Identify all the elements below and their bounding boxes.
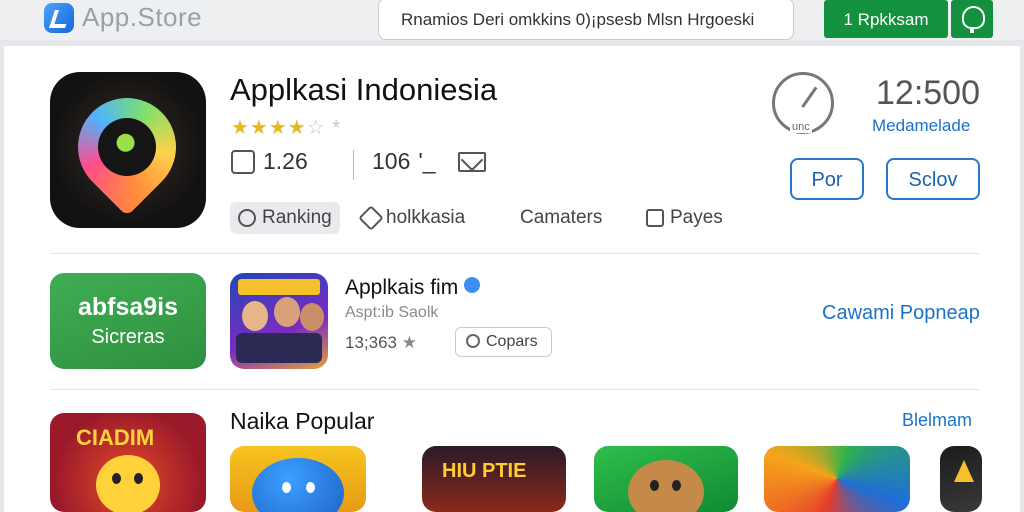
- popular-tile-1[interactable]: CIADIM: [50, 413, 206, 512]
- compare-chip[interactable]: Copars: [455, 327, 552, 357]
- popular-app-2[interactable]: HIU PTIE: [422, 446, 566, 512]
- app-store-logo[interactable]: App.Store: [44, 2, 202, 33]
- section-title-popular: Naika Popular: [230, 408, 375, 434]
- checkbox-icon: [646, 209, 664, 227]
- mail-icon[interactable]: [457, 151, 486, 172]
- popular-app-1[interactable]: [230, 446, 366, 512]
- popular-app-4[interactable]: [764, 446, 910, 512]
- big-number-sub[interactable]: Medamelade: [872, 116, 970, 136]
- primary-action-button[interactable]: 1 Rpkksam: [824, 0, 948, 38]
- featured-link[interactable]: Cawami Popneap: [822, 302, 980, 325]
- tab-camaters[interactable]: Camaters: [512, 202, 610, 234]
- top-bar: App.Store Rnamios Deri omkkins 0)¡psesb …: [0, 0, 1024, 40]
- compare-icon: [466, 334, 480, 348]
- big-number: 12:500: [876, 74, 980, 112]
- search-icon: [238, 209, 256, 227]
- tab-ranking[interactable]: Ranking: [230, 202, 340, 234]
- featured-app-name: Applkais fim: [345, 276, 481, 300]
- timer-label: unc: [790, 121, 812, 133]
- popular-app-3[interactable]: [594, 446, 738, 512]
- logo-text: App.Store: [82, 2, 203, 32]
- tab-payes[interactable]: Payes: [638, 202, 731, 234]
- app-store-icon: [44, 2, 74, 33]
- tab-applikasi[interactable]: holkkasia: [354, 202, 473, 234]
- app-title: Applkasi Indoniesia: [230, 72, 498, 107]
- rating-stars: ★★★★☆ *: [231, 117, 342, 139]
- por-button[interactable]: Por: [790, 158, 864, 200]
- notification-bell-icon[interactable]: [951, 0, 993, 38]
- divider: [353, 150, 354, 180]
- featured-app-rating: 13;363 ★: [345, 333, 417, 352]
- stat-downloads: 1.26: [231, 148, 308, 175]
- tag-icon: [358, 205, 384, 231]
- divider: [50, 253, 980, 254]
- featured-app-subtitle: Aspt:ib Saolk: [345, 304, 439, 321]
- app-icon[interactable]: [50, 72, 206, 228]
- game-thumbnail[interactable]: [230, 273, 328, 369]
- stat-reviews: 106 '_: [372, 148, 486, 175]
- see-all-link[interactable]: Blelmam: [902, 410, 972, 431]
- verified-icon: [464, 277, 481, 293]
- popular-app-5[interactable]: [940, 446, 982, 512]
- promo-banner[interactable]: abfsa9is Sicreras: [50, 273, 206, 369]
- download-icon: [231, 149, 255, 174]
- divider: [50, 389, 980, 390]
- search-input[interactable]: Rnamios Deri omkkins 0)¡psesb Mlsn Hrgoe…: [378, 0, 794, 40]
- app-logo-swirl: [57, 77, 197, 217]
- sclov-button[interactable]: Sclov: [886, 158, 980, 200]
